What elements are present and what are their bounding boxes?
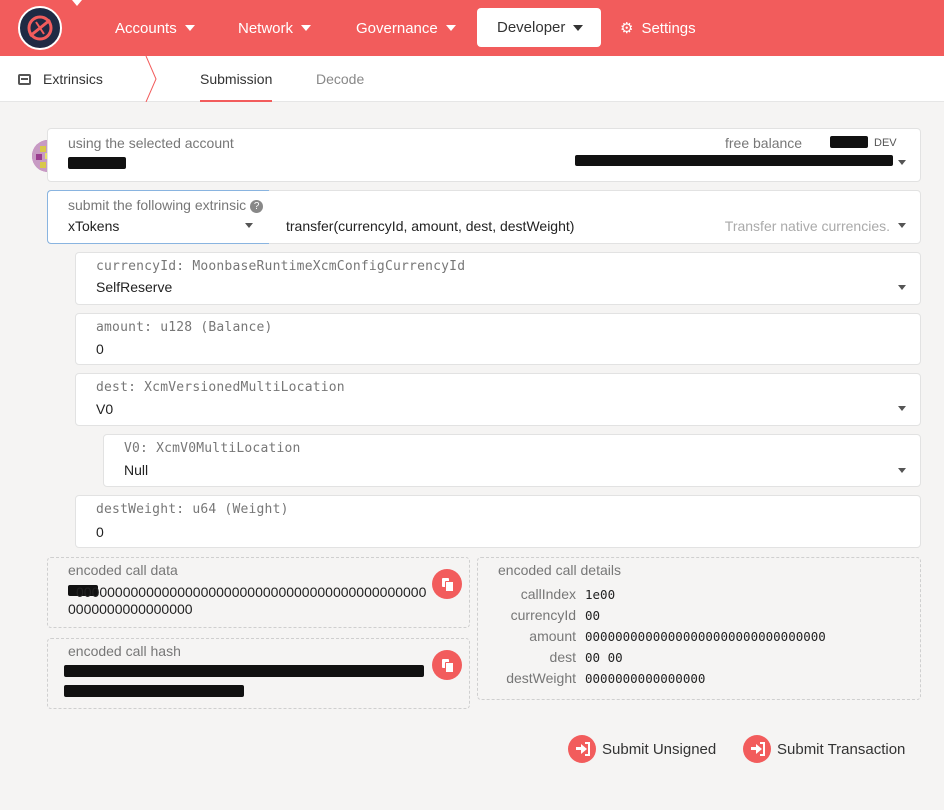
help-icon[interactable]: ?	[250, 200, 264, 213]
param-label: V0: XcmV0MultiLocation	[124, 441, 301, 456]
tab-decode[interactable]: Decode	[316, 56, 364, 102]
chevron-down-icon	[898, 406, 906, 411]
free-balance-value-redacted	[830, 136, 868, 148]
sub-navbar: Extrinsics Submission Decode	[0, 56, 944, 102]
nav-developer-label: Developer	[497, 19, 566, 36]
chevron-down-icon	[245, 223, 253, 228]
param-value: SelfReserve	[96, 279, 173, 295]
param-value: 0	[96, 341, 104, 357]
detail-value: 0000000000000000	[585, 671, 706, 686]
nav-network[interactable]: Network	[238, 0, 312, 56]
breadcrumb-separator	[145, 56, 157, 102]
encoded-call-data-label: encoded call data	[68, 562, 178, 578]
nav-network-label: Network	[238, 19, 294, 37]
tab-submission[interactable]: Submission	[200, 56, 273, 102]
param-currency-id[interactable]: currencyId: MoonbaseRuntimeXcmConfigCurr…	[75, 252, 921, 305]
detail-key: destWeight	[506, 670, 576, 686]
submit-transaction-button[interactable]: Submit Transaction	[743, 734, 905, 764]
nav-accounts[interactable]: Accounts	[115, 0, 195, 56]
detail-key: amount	[529, 628, 576, 644]
detail-row: destWeight	[478, 670, 576, 690]
param-label: amount: u128 (Balance)	[96, 320, 273, 335]
polkadot-js-logo[interactable]	[18, 6, 62, 50]
param-value: 0	[96, 524, 104, 540]
chevron-down-icon	[573, 24, 584, 31]
copy-call-hash-icon[interactable]	[432, 650, 462, 680]
method-description: Transfer native currencies.	[724, 218, 890, 234]
detail-value: 00 00	[585, 650, 623, 665]
call-data-line-2: 0000000000000000	[68, 601, 193, 617]
submit-transaction-label: Submit Transaction	[777, 740, 906, 758]
chevron-down-icon	[184, 25, 195, 31]
method-value: transfer(currencyId, amount, dest, destW…	[286, 218, 575, 234]
method-select[interactable]: transfer(currencyId, amount, dest, destW…	[268, 191, 920, 243]
account-selector[interactable]: using the selected account free balance …	[47, 128, 921, 182]
call-hash-line-2-redacted	[64, 685, 244, 697]
param-dest[interactable]: dest: XcmVersionedMultiLocation V0	[75, 373, 921, 426]
top-navbar: Accounts Network Governance Developer ⚙ S…	[0, 0, 944, 56]
submit-unsigned-button[interactable]: Submit Unsigned	[568, 734, 716, 764]
copy-call-data-icon[interactable]	[432, 569, 462, 599]
param-label: destWeight: u64 (Weight)	[96, 502, 289, 517]
submit-unsigned-label: Submit Unsigned	[602, 740, 717, 758]
detail-value: 00000000000000000000000000000000	[585, 629, 826, 644]
account-selector-label: using the selected account	[68, 135, 234, 151]
param-dest-weight[interactable]: destWeight: u64 (Weight) 0	[75, 495, 921, 548]
encoded-call-hash-label: encoded call hash	[68, 643, 181, 659]
logo-mark-icon	[27, 15, 53, 41]
tab-submission-label: Submission	[200, 71, 273, 87]
chevron-down-icon	[898, 223, 906, 228]
encoded-call-data: encoded call data 0000000000000000000000…	[47, 557, 470, 628]
detail-row: dest	[478, 649, 576, 669]
sign-in-icon	[568, 735, 596, 763]
param-amount[interactable]: amount: u128 (Balance) 0	[75, 313, 921, 365]
section-title: Extrinsics	[18, 56, 103, 102]
encoded-call-details: encoded call details callIndex 1e00 curr…	[477, 557, 921, 700]
call-data-line-1: 0000000000000000000000000000000000000000…	[76, 584, 427, 600]
param-label: dest: XcmVersionedMultiLocation	[96, 380, 345, 395]
nav-governance-label: Governance	[356, 19, 438, 37]
account-address-redacted	[575, 155, 893, 166]
param-v0-multilocation[interactable]: V0: XcmV0MultiLocation Null	[103, 434, 921, 487]
inbox-icon	[18, 73, 31, 85]
nav-accounts-label: Accounts	[115, 19, 177, 37]
param-value: V0	[96, 401, 114, 417]
param-value: Null	[124, 462, 149, 478]
free-balance-label: free balance	[725, 135, 803, 151]
sign-in-icon	[743, 735, 771, 763]
nav-developer[interactable]: Developer	[477, 8, 601, 47]
detail-key: dest	[549, 649, 576, 665]
nav-settings-label: Settings	[641, 19, 696, 37]
detail-value: 1e00	[585, 587, 616, 602]
module-value: xTokens	[68, 218, 120, 234]
encoded-call-hash: encoded call hash	[47, 638, 470, 709]
param-label: currencyId: MoonbaseRuntimeXcmConfigCurr…	[96, 259, 466, 274]
detail-key: currencyId	[510, 607, 576, 623]
call-hash-line-1-redacted	[64, 665, 424, 677]
account-name-redacted	[68, 157, 126, 169]
nav-settings[interactable]: ⚙ Settings	[620, 0, 696, 56]
module-select[interactable]: submit the following extrinsic? xTokens	[47, 190, 269, 244]
extrinsic-label: submit the following extrinsic?	[68, 197, 264, 213]
chevron-down-icon	[301, 25, 312, 31]
detail-row: callIndex	[478, 586, 576, 606]
encoded-call-details-label: encoded call details	[498, 562, 621, 578]
section-title-label: Extrinsics	[43, 71, 103, 87]
detail-key: callIndex	[520, 586, 576, 602]
chevron-down-icon	[898, 160, 906, 165]
extrinsic-selector: submit the following extrinsic? xTokens …	[47, 190, 921, 244]
chain-selector-caret-icon[interactable]	[72, 0, 82, 6]
chevron-down-icon	[898, 285, 906, 290]
gear-icon: ⚙	[620, 20, 634, 37]
balance-unit: DEV	[874, 137, 897, 149]
tab-decode-label: Decode	[316, 71, 365, 87]
detail-value: 00	[585, 608, 601, 623]
detail-row: amount	[478, 628, 576, 648]
detail-row: currencyId	[478, 607, 576, 627]
chevron-down-icon	[898, 468, 906, 473]
nav-governance[interactable]: Governance	[356, 0, 456, 56]
chevron-down-icon	[445, 25, 456, 31]
